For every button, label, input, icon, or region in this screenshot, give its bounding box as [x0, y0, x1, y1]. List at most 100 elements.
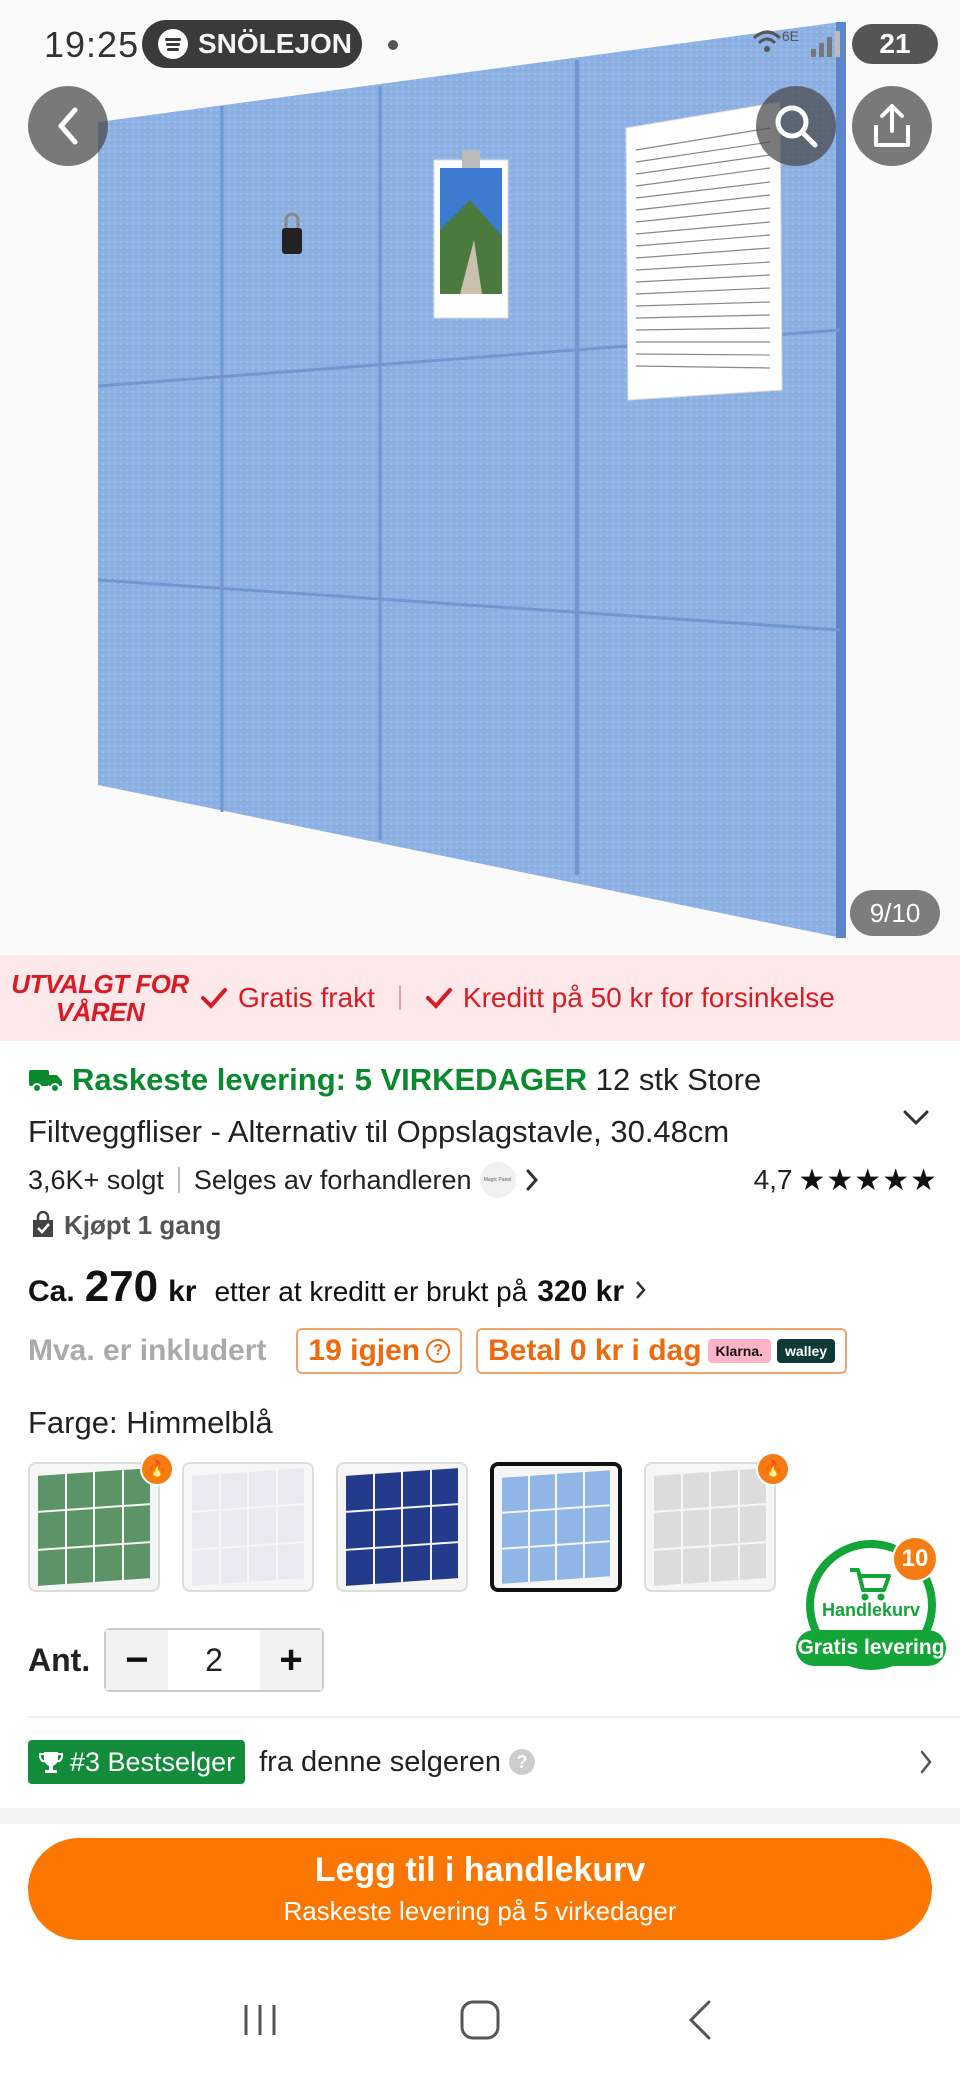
klarna-logo: Klarna.: [707, 1339, 772, 1363]
quantity-value[interactable]: 2: [168, 1642, 260, 1679]
walley-logo: walley: [777, 1339, 836, 1363]
free-shipping: Gratis frakt: [200, 982, 375, 1014]
seller-logo[interactable]: Magic Panel: [479, 1162, 516, 1198]
trophy-icon: [38, 1752, 64, 1773]
stock-left-chip[interactable]: 19 igjen ?: [296, 1328, 463, 1374]
quantity-label: Ant.: [28, 1641, 91, 1678]
share-button[interactable]: [852, 86, 932, 166]
chevron-down-icon[interactable]: [902, 1108, 930, 1128]
home-button[interactable]: [440, 1980, 520, 2060]
price-currency: kr: [168, 1275, 197, 1308]
search-icon: [775, 105, 818, 148]
pay-later-chip[interactable]: Betal 0 kr i dag Klarna. walley: [476, 1328, 848, 1374]
recent-apps-button[interactable]: [220, 1980, 300, 2060]
image-counter: 9/10: [850, 890, 940, 936]
promo-strip: UTVALGT FOR VÅREN Gratis frakt Kreditt p…: [0, 955, 960, 1041]
battery-level: 21: [879, 28, 911, 59]
section-divider: [28, 1716, 960, 1718]
price-prefix: Ca.: [28, 1275, 75, 1308]
add-to-cart-label: Legg til i handlekurv: [314, 1851, 646, 1889]
back-arrow-icon: [688, 2000, 711, 2040]
share-icon: [874, 104, 910, 147]
color-label: Farge: Himmelblå: [28, 1405, 273, 1441]
color-swatch-white[interactable]: [182, 1462, 314, 1592]
media-pill[interactable]: SNÖLEJON: [142, 20, 362, 68]
color-selected: Himmelblå: [126, 1405, 273, 1440]
fire-icon: 🔥: [756, 1452, 790, 1486]
home-icon: [460, 2000, 500, 2040]
promo-divider: [398, 986, 401, 1010]
price-amount: 270: [84, 1262, 159, 1311]
add-to-cart-button[interactable]: Legg til i handlekurv Raskeste levering …: [28, 1838, 932, 1940]
color-swatch-navy[interactable]: [336, 1462, 468, 1592]
cart-floating-button[interactable]: 10 Handlekurv Gratis levering: [796, 1536, 946, 1670]
recent-apps-icon: [244, 2005, 276, 2035]
meta-divider: [177, 1167, 180, 1193]
purchase-history: Kjøpt 1 gang: [30, 1205, 221, 1245]
fire-icon: 🔥: [140, 1452, 174, 1486]
system-back-button[interactable]: [660, 1980, 740, 2060]
price-original: 320 kr: [537, 1275, 625, 1308]
color-label-prefix: Farge:: [28, 1405, 118, 1440]
vat-included: Mva. er inkludert: [28, 1334, 267, 1367]
question-icon[interactable]: ?: [508, 1749, 535, 1775]
bestseller-badge: #3 Bestselger: [28, 1740, 246, 1784]
color-swatch-light-gray[interactable]: [644, 1462, 776, 1592]
bestseller-text: fra denne selgeren: [259, 1745, 501, 1778]
battery-indicator: 21: [852, 24, 938, 64]
star-rating-icon: ★★★★★: [798, 1163, 938, 1197]
color-swatches: 🔥 🔥: [28, 1452, 790, 1596]
truck-icon: [28, 1060, 64, 1108]
question-icon: ?: [426, 1339, 451, 1363]
chevron-right-icon: [636, 1281, 646, 1299]
bestseller-row[interactable]: #3 Bestselger fra denne selgeren ?: [28, 1740, 934, 1784]
system-nav-bar: [0, 1960, 960, 2080]
delay-credit-label: Kreditt på 50 kr for forsinkelse: [462, 982, 835, 1013]
status-time: 19:25: [44, 24, 140, 65]
chevron-right-icon[interactable]: [524, 1168, 540, 1192]
network-type: 6E: [781, 28, 799, 44]
notification-dot: [388, 40, 398, 50]
decrement-button[interactable]: −: [106, 1630, 168, 1690]
wifi-icon: [752, 28, 782, 61]
color-swatch-sky-blue[interactable]: [490, 1462, 622, 1592]
status-bar: 19:25 SNÖLEJON 6E 21: [0, 0, 960, 92]
back-button[interactable]: [28, 86, 108, 166]
price[interactable]: Ca. 270 kr etter at kreditt er brukt på …: [28, 1262, 648, 1322]
fast-delivery-label: Raskeste levering: 5 VIRKEDAGER: [72, 1062, 588, 1097]
bestseller-badge-label: #3 Bestselger: [70, 1746, 236, 1777]
bought-label: Kjøpt 1 gang: [64, 1209, 222, 1240]
free-shipping-label: Gratis frakt: [238, 982, 375, 1013]
swatch-panel: [38, 1468, 150, 1586]
spring-tag-line2: VÅREN: [55, 997, 145, 1027]
search-button[interactable]: [756, 86, 836, 166]
spring-tag: UTVALGT FOR VÅREN: [0, 970, 200, 1026]
sold-count: 3,6K+ solgt: [28, 1164, 164, 1195]
swatch-panel: [192, 1468, 304, 1586]
cart-icon: [850, 1568, 891, 1601]
delay-credit: Kreditt på 50 kr for forsinkelse: [425, 982, 835, 1014]
stock-left-label: 19 igjen: [308, 1334, 421, 1367]
rating[interactable]: 4,7 ★★★★★: [754, 1163, 938, 1198]
media-pill-label: SNÖLEJON: [198, 28, 353, 59]
pay-today-label: Betal 0 kr i dag: [488, 1334, 702, 1367]
add-to-cart-sublabel: Raskeste levering på 5 virkedager: [283, 1896, 677, 1926]
shopping-bag-icon: [33, 1211, 53, 1237]
increment-button[interactable]: +: [260, 1630, 322, 1690]
check-icon: [201, 988, 227, 1009]
cart-count-badge: 10: [892, 1536, 938, 1582]
product-meta: 3,6K+ solgt Selges av forhandleren Magic…: [28, 1158, 938, 1202]
cart-free-delivery: Gratis levering: [796, 1630, 946, 1666]
spotify-icon: [158, 29, 188, 59]
swatch-panel: [654, 1468, 766, 1586]
signal-icon: [811, 31, 840, 57]
price-after-credit: etter at kreditt er brukt på: [214, 1276, 528, 1307]
product-title[interactable]: Raskeste levering: 5 VIRKEDAGER 12 stk S…: [28, 1056, 908, 1156]
quantity-stepper[interactable]: − 2 +: [104, 1628, 324, 1692]
seller-link[interactable]: Selges av forhandleren: [194, 1165, 472, 1196]
color-swatch-green[interactable]: [28, 1462, 160, 1592]
spring-tag-line1: UTVALGT FOR: [11, 969, 189, 999]
section-gap: [0, 1808, 960, 1824]
swatch-panel: [502, 1470, 610, 1584]
check-icon: [425, 988, 452, 1009]
